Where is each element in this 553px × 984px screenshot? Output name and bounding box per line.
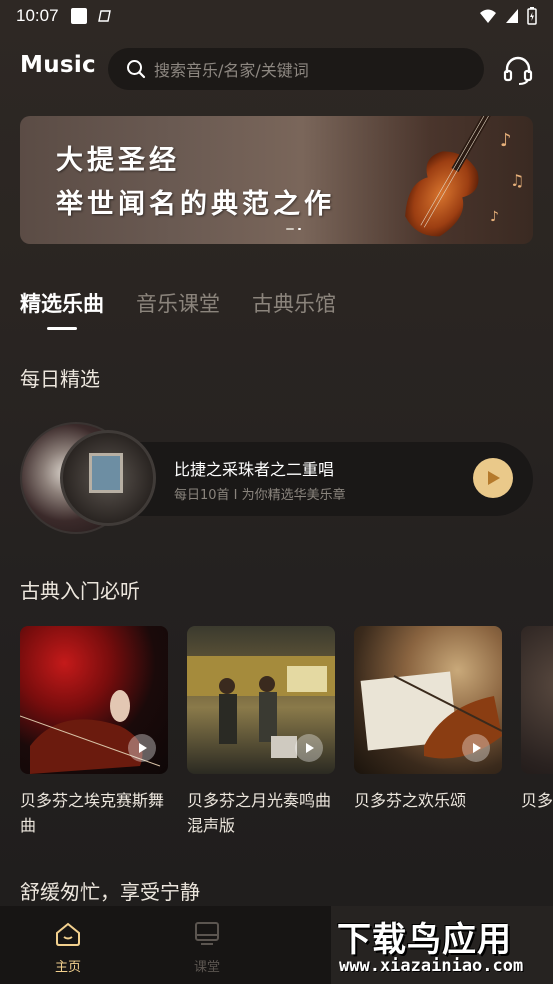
play-icon (306, 743, 314, 753)
card-cover-red-violin (20, 626, 168, 774)
daily-pick-card[interactable]: 比捷之采珠者之二重唱 每日10首 I 为你精选华美乐章 (20, 420, 533, 536)
classics-carousel: 贝多芬之埃克赛斯舞曲 贝多芬之月光奏鸣曲混声版 贝多芬之欢乐颂 贝多 (20, 626, 553, 846)
card-title: 贝多芬之埃克赛斯舞曲 (20, 791, 165, 835)
battery-icon (527, 7, 537, 25)
header: Music 搜索音乐/名家/关键词 (0, 46, 553, 92)
daily-pick-subtitle: 每日10首 I 为你精选华美乐章 (174, 488, 346, 503)
banner-subheadline: 举世闻名的典范之作 (56, 189, 335, 220)
watermark-text: 下载鸟应用 (337, 920, 512, 960)
nav-classroom-label: 课堂 (193, 960, 220, 975)
status-bar: 10:07 (0, 0, 553, 32)
headset-icon[interactable] (502, 54, 534, 86)
banner-headline: 大提圣经 (56, 145, 180, 176)
tab-active-indicator (47, 327, 77, 330)
classroom-icon (195, 922, 219, 945)
card-title: 贝多芬之月光奏鸣曲混声版 (187, 791, 332, 835)
watermark-url: www.xiazainiao.com (339, 956, 524, 976)
daily-play-button[interactable] (473, 458, 513, 498)
search-placeholder: 搜索音乐/名家/关键词 (154, 61, 309, 80)
search-icon (127, 60, 146, 79)
card-cover-partial (521, 626, 553, 774)
classic-card[interactable]: 贝多芬之乐第 (521, 626, 553, 813)
pagination-dot (298, 228, 301, 230)
card-play-button[interactable] (128, 734, 156, 762)
play-icon (139, 743, 147, 753)
tab-featured[interactable]: 精选乐曲 (20, 288, 104, 330)
home-icon (56, 922, 80, 946)
play-icon (473, 743, 481, 753)
classic-card[interactable]: 贝多芬之埃克赛斯舞曲 (20, 626, 168, 838)
search-bar[interactable]: 搜索音乐/名家/关键词 (108, 48, 484, 90)
promo-banner[interactable]: 大提圣经 举世闻名的典范之作 ♪ ♫ ♪ (20, 116, 533, 244)
category-tabs: 精选乐曲 音乐课堂 古典乐馆 (20, 288, 336, 330)
classic-card[interactable]: 贝多芬之月光奏鸣曲混声版 (187, 626, 335, 838)
nav-home[interactable]: 主页 (38, 920, 98, 975)
notification-square-icon (70, 8, 87, 24)
classics-section-title: 古典入门必听 (20, 579, 140, 603)
svg-text:♪: ♪ (500, 130, 512, 151)
card-play-button[interactable] (462, 734, 490, 762)
relax-section-title: 舒缓匆忙，享受宁静 (20, 880, 200, 904)
vinyl-disc (60, 430, 156, 526)
daily-pick-title: 比捷之采珠者之二重唱 (174, 460, 335, 479)
play-icon (488, 471, 500, 485)
svg-text:♫: ♫ (510, 171, 524, 190)
tab-classical-hall-label: 古典乐馆 (252, 292, 336, 316)
svg-text:♪: ♪ (490, 209, 499, 225)
classic-card[interactable]: 贝多芬之欢乐颂 (354, 626, 502, 813)
album-cover (89, 453, 123, 493)
nav-home-label: 主页 (54, 960, 81, 975)
card-cover-street-band (187, 626, 335, 774)
card-title: 贝多芬之欢乐颂 (354, 791, 467, 810)
banner-pagination (286, 228, 301, 230)
app-logo: Music (20, 52, 96, 78)
pagination-dot-active (286, 228, 294, 230)
daily-section-title: 每日精选 (20, 367, 100, 391)
signal-icon (506, 9, 518, 23)
tab-music-class-label: 音乐课堂 (136, 292, 220, 316)
violin-illustration: ♪ ♫ ♪ (405, 116, 524, 237)
card-title: 贝多芬之乐第 (521, 791, 553, 810)
watermark: 下载鸟应用 www.xiazainiao.com (331, 906, 553, 984)
wifi-icon (480, 9, 496, 23)
nav-classroom[interactable]: 课堂 (177, 920, 237, 975)
status-time: 10:07 (16, 6, 59, 25)
card-play-button[interactable] (295, 734, 323, 762)
tab-classical-hall[interactable]: 古典乐馆 (252, 288, 336, 318)
app-notification-icon (97, 10, 111, 22)
card-cover-violin-sheet (354, 626, 502, 774)
tab-featured-label: 精选乐曲 (20, 292, 104, 316)
tab-music-class[interactable]: 音乐课堂 (136, 288, 220, 318)
